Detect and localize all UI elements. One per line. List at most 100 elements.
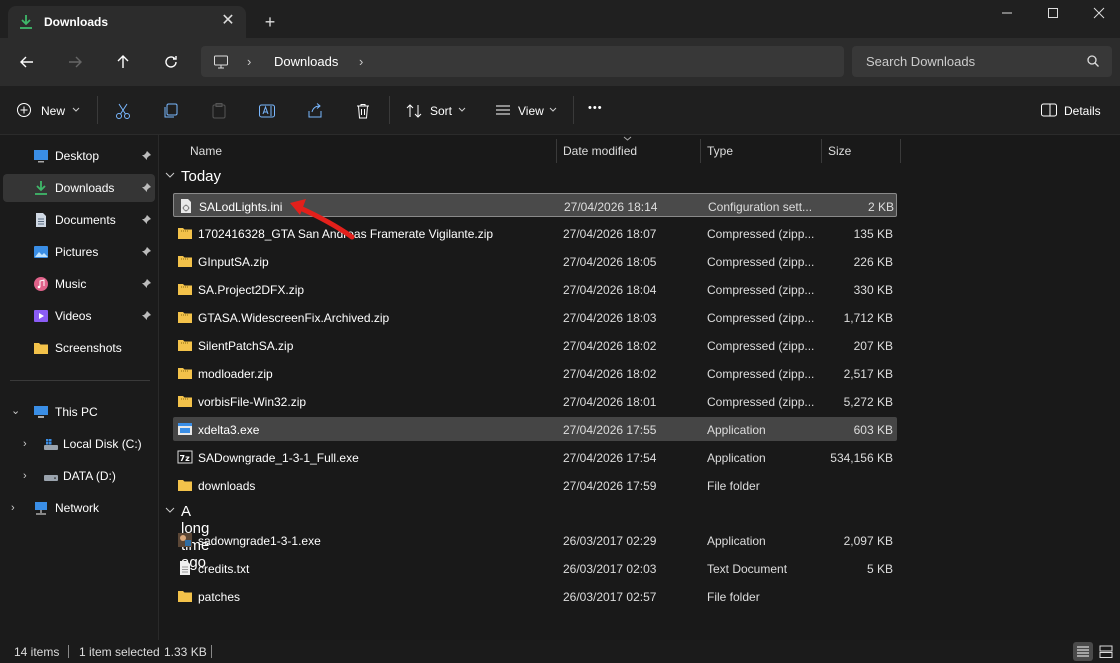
file-row[interactable]: patches 26/03/2017 02:57 File folder: [173, 584, 897, 608]
zip-folder-icon: [178, 312, 192, 323]
file-row[interactable]: SilentPatchSA.zip 27/04/2026 18:02 Compres…: [173, 333, 897, 357]
new-button[interactable]: New: [16, 98, 82, 122]
sidebar-item-data-drive[interactable]: › DATA (D:): [3, 462, 155, 490]
expand-chevron-icon[interactable]: ›: [23, 438, 27, 450]
file-row[interactable]: modloader.zip 27/04/2026 18:02 Compressed …: [173, 361, 897, 385]
rename-icon: [259, 104, 275, 118]
sidebar-item-documents[interactable]: Documents: [3, 206, 155, 234]
expanded-chevron-icon[interactable]: ⌄: [11, 404, 20, 417]
sidebar-item-videos[interactable]: Videos: [3, 302, 155, 330]
minimize-icon: [1002, 12, 1012, 14]
minimize-button[interactable]: [984, 0, 1030, 30]
view-button[interactable]: View: [494, 98, 558, 122]
sort-button[interactable]: Sort: [405, 98, 467, 122]
file-row[interactable]: sadowngrade1-3-1.exe 26/03/2017 02:29 Appl…: [173, 528, 897, 552]
breadcrumb-downloads[interactable]: Downloads: [274, 54, 338, 69]
download-icon: [35, 181, 47, 195]
file-row[interactable]: GTASA.WidescreenFix.Archived.zip 27/04/20…: [173, 305, 897, 329]
sidebar-item-screenshots[interactable]: Screenshots: [3, 334, 155, 362]
close-window-button[interactable]: [1076, 0, 1120, 30]
breadcrumb-chevron-icon[interactable]: ›: [247, 54, 251, 69]
file-size: 534,156 KB: [830, 451, 893, 465]
file-name: GInputSA.zip: [198, 255, 269, 269]
file-name: sadowngrade1-3-1.exe: [198, 534, 321, 548]
sidebar-item-pictures[interactable]: Pictures: [3, 238, 155, 266]
pin-icon[interactable]: [141, 150, 152, 161]
network-icon: [35, 502, 47, 515]
tab-downloads[interactable]: Downloads ✕: [8, 6, 246, 38]
copy-icon: [164, 103, 178, 118]
file-row[interactable]: 7z SADowngrade_1-3-1_Full.exe 27/04/2026 1…: [173, 445, 897, 469]
file-row[interactable]: credits.txt 26/03/2017 02:03 Text Document…: [173, 556, 897, 580]
file-row[interactable]: vorbisFile-Win32.zip 27/04/2026 18:01 Comp…: [173, 389, 897, 413]
sidebar-item-desktop[interactable]: Desktop: [3, 142, 155, 170]
sidebar-item-label: Desktop: [55, 149, 100, 163]
music-icon: [34, 277, 48, 291]
details-view-button[interactable]: [1073, 642, 1093, 661]
breadcrumb-chevron-icon[interactable]: ›: [359, 54, 363, 69]
address-box[interactable]: › Downloads ›: [201, 46, 844, 77]
column-header-label: Name: [190, 144, 223, 158]
expand-chevron-icon[interactable]: ›: [11, 502, 15, 514]
column-header-type[interactable]: Type: [701, 139, 821, 163]
refresh-button[interactable]: [159, 50, 183, 74]
file-row[interactable]: 1702416328_GTA San Andreas Framerate Vig…: [173, 221, 897, 245]
up-button[interactable]: [111, 50, 135, 74]
status-divider: [68, 645, 69, 658]
pin-icon[interactable]: [141, 214, 152, 225]
navigation-pane: Desktop Downloads Documents Pictures Mus…: [0, 135, 158, 640]
file-type: File folder: [707, 479, 760, 493]
maximize-button[interactable]: [1030, 0, 1076, 30]
sidebar-item-local-disk[interactable]: › Local Disk (C:): [3, 430, 155, 458]
folder-icon: [34, 343, 48, 354]
paste-button[interactable]: [210, 98, 228, 122]
delete-button[interactable]: [354, 98, 372, 122]
search-box[interactable]: [852, 46, 1112, 77]
exe-icon: [178, 423, 192, 435]
file-row[interactable]: GInputSA.zip 27/04/2026 18:05 Compressed (…: [173, 249, 897, 273]
file-type: Application: [707, 423, 766, 437]
file-name: 1702416328_GTA San Andreas Framerate Vig…: [198, 227, 494, 241]
file-row[interactable]: SALodLights.ini 27/04/2026 18:14 Configura…: [173, 193, 897, 217]
file-size: 1,712 KB: [843, 311, 893, 325]
file-row[interactable]: downloads 27/04/2026 17:59 File folder: [173, 473, 897, 497]
sidebar-item-music[interactable]: Music: [3, 270, 155, 298]
back-button[interactable]: [15, 50, 39, 74]
pin-icon[interactable]: [141, 310, 152, 321]
expand-chevron-icon[interactable]: ›: [23, 470, 27, 482]
pin-icon[interactable]: [141, 246, 152, 257]
sidebar-item-this-pc[interactable]: ⌄ This PC: [3, 398, 155, 426]
details-pane-button[interactable]: Details: [1040, 98, 1104, 122]
sidebar-item-downloads[interactable]: Downloads: [3, 174, 155, 202]
new-tab-button[interactable]: +: [258, 10, 282, 34]
rename-button[interactable]: [258, 98, 276, 122]
column-resize-handle[interactable]: [900, 139, 901, 163]
status-bar: 14 items 1 item selected 1.33 KB: [0, 640, 1120, 663]
zip-folder-icon: [178, 284, 192, 295]
tiles-view-button[interactable]: [1096, 642, 1116, 661]
copy-button[interactable]: [162, 98, 180, 122]
column-header-date[interactable]: Date modified: [557, 136, 700, 163]
drive-icon: [44, 475, 58, 481]
sidebar-item-network[interactable]: › Network: [3, 494, 155, 522]
column-header-size[interactable]: Size: [822, 139, 900, 163]
forward-button[interactable]: [63, 50, 87, 74]
zip-folder-icon: [178, 368, 192, 379]
pictures-icon: [34, 246, 48, 258]
sort-label: Sort: [430, 104, 453, 118]
item-count: 14 items: [14, 645, 60, 659]
more-options-button[interactable]: •••: [588, 98, 610, 122]
file-row[interactable]: xdelta3.exe 27/04/2026 17:55 Application 60…: [173, 417, 897, 441]
file-row[interactable]: SA.Project2DFX.zip 27/04/2026 18:04 Compre…: [173, 277, 897, 301]
download-icon: [20, 15, 32, 29]
share-button[interactable]: [306, 98, 324, 122]
cut-button[interactable]: [114, 98, 132, 122]
file-date: 27/04/2026 18:02: [563, 367, 657, 381]
pin-icon[interactable]: [141, 278, 152, 289]
pin-icon[interactable]: [141, 182, 152, 193]
sidebar-item-label: Screenshots: [55, 341, 122, 355]
close-tab-icon[interactable]: ✕: [218, 11, 238, 31]
search-input[interactable]: [858, 51, 1094, 71]
column-header-name[interactable]: Name: [184, 139, 556, 163]
file-date: 27/04/2026 18:14: [564, 200, 658, 214]
